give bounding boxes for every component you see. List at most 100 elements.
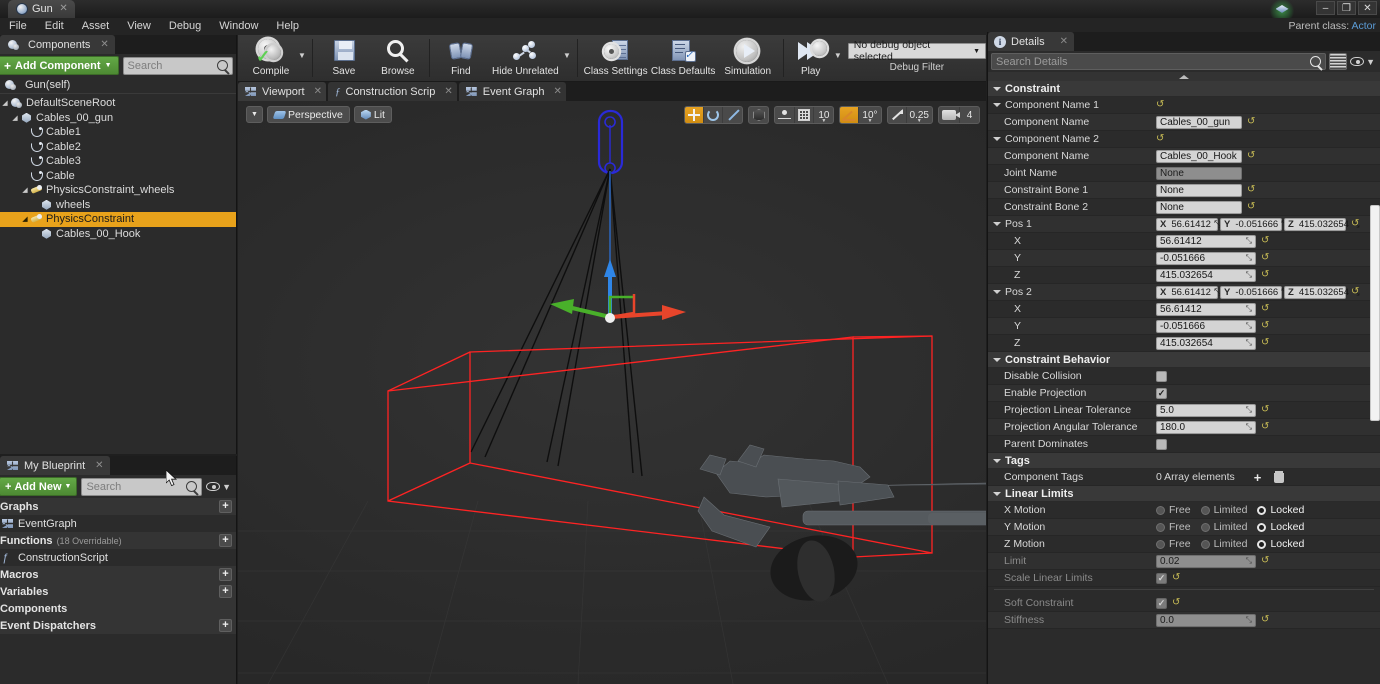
property-checkbox[interactable]: ✓ [1156, 597, 1167, 609]
radio-option-free[interactable]: Free [1156, 538, 1191, 550]
revert-to-default-icon[interactable]: ↺ [1247, 185, 1255, 195]
tab-event-graph[interactable]: Event Graph ✕ [458, 82, 566, 101]
close-icon[interactable]: ✕ [1060, 36, 1068, 47]
vector-x-field[interactable]: X 56.61412 ⤡ [1156, 285, 1222, 299]
debug-object-select[interactable]: No debug object selected ▼ [847, 39, 987, 63]
property-number-input[interactable]: 5.0 ⤡ [1156, 403, 1256, 417]
details-search-input[interactable]: Search Details [991, 53, 1327, 70]
expander-triangle-icon[interactable]: ◢ [0, 99, 10, 107]
scale-snap-value[interactable]: 0.25 ▼ [907, 107, 932, 124]
tab-construction-script[interactable]: ƒ Construction Scrip ✕ [328, 82, 457, 101]
details-scrollbar[interactable] [1370, 205, 1380, 421]
property-number-input[interactable]: -0.051666 ⤡ [1156, 319, 1256, 333]
details-property-row[interactable]: Projection Linear Tolerance 5.0 ⤡ ↺ [988, 402, 1380, 419]
radio-option-locked[interactable]: Locked [1257, 504, 1304, 516]
lighting-mode-button[interactable]: Lit [353, 106, 392, 123]
scale-snap-toggle[interactable] [888, 107, 907, 123]
menu-item-window[interactable]: Window [210, 18, 267, 35]
revert-to-default-icon[interactable]: ↺ [1172, 598, 1180, 608]
expander-triangle-icon[interactable]: ◢ [20, 186, 30, 194]
menu-item-asset[interactable]: Asset [73, 18, 119, 35]
my-blueprint-section-header[interactable]: Macros + [0, 566, 236, 583]
revert-to-default-icon[interactable]: ↺ [1247, 151, 1255, 161]
details-property-row[interactable]: Y -0.051666 ⤡ ↺ [988, 250, 1380, 267]
revert-to-default-icon[interactable]: ↺ [1261, 405, 1269, 415]
property-text-input[interactable]: None [1156, 166, 1242, 180]
details-visibility-button[interactable]: ▼ [1350, 57, 1377, 67]
close-icon[interactable]: ✕ [59, 3, 67, 14]
camera-mode-button[interactable]: Perspective [267, 106, 350, 123]
expander-triangle-icon[interactable] [993, 222, 1001, 226]
details-property-row[interactable]: Projection Angular Tolerance 180.0 ⤡ ↺ [988, 419, 1380, 436]
parent-class-value[interactable]: Actor [1351, 20, 1376, 32]
details-property-row[interactable]: Constraint Bone 1 None ↺ [988, 182, 1380, 199]
component-tree-item[interactable]: Cable [0, 169, 236, 184]
expander-triangle-icon[interactable] [993, 290, 1001, 294]
components-self-row[interactable]: Gun(self) [0, 77, 236, 94]
my-blueprint-list-item[interactable]: EventGraph [0, 515, 236, 532]
hide-unrelated-options-chevron-down-icon[interactable]: ▼ [563, 51, 571, 60]
drag-handle-icon[interactable]: ⤡ [1246, 422, 1252, 432]
close-icon[interactable]: ✕ [314, 86, 322, 97]
component-tree-item[interactable]: Cable3 [0, 154, 236, 169]
my-blueprint-section-header[interactable]: Functions (18 Overridable) + [0, 532, 236, 549]
revert-to-default-icon[interactable]: ↺ [1261, 304, 1269, 314]
menu-item-view[interactable]: View [118, 18, 160, 35]
radio-option-limited[interactable]: Limited [1200, 521, 1247, 533]
component-tree-item[interactable]: ◢ PhysicsConstraint [0, 212, 236, 227]
component-tree-item[interactable]: Cable2 [0, 140, 236, 155]
component-tree-item[interactable]: wheels [0, 198, 236, 213]
toolbar-class-defaults-button[interactable]: ✓ Class Defaults [649, 36, 716, 81]
details-property-row[interactable]: Enable Projection ✓ [988, 385, 1380, 402]
close-icon[interactable]: ✕ [554, 86, 562, 97]
delete-icon[interactable] [1274, 471, 1285, 483]
details-category-header[interactable]: Constraint Behavior [988, 352, 1380, 368]
details-property-row[interactable]: Y -0.051666 ⤡ ↺ [988, 318, 1380, 335]
revert-to-default-icon[interactable]: ↺ [1351, 287, 1359, 297]
details-property-row[interactable]: Pos 2X56.61412⤡Y-0.051666⤡Z415.032654⤡↺ [988, 284, 1380, 301]
radio-option-free[interactable]: Free [1156, 504, 1191, 516]
add-section-item-button[interactable]: + [219, 500, 232, 513]
property-number-input[interactable]: 0.02 ⤡ [1156, 554, 1256, 568]
close-icon[interactable]: ✕ [95, 460, 103, 471]
expander-triangle-icon[interactable] [993, 103, 1001, 107]
property-checkbox[interactable]: ✓ [1156, 572, 1167, 584]
details-category-header[interactable]: Tags [988, 453, 1380, 469]
revert-to-default-icon[interactable]: ↺ [1261, 556, 1269, 566]
add-array-element-icon[interactable]: + [1254, 471, 1262, 484]
surface-snap-button[interactable] [775, 107, 796, 123]
toolbar-browse-button[interactable]: Browse [371, 36, 425, 81]
component-tree-item[interactable]: ◢ DefaultSceneRoot [0, 96, 236, 111]
drag-handle-icon[interactable]: ⤡ [1246, 253, 1252, 263]
close-button[interactable]: ✕ [1358, 1, 1377, 15]
details-category-header[interactable]: Constraint [988, 81, 1380, 97]
grid-snap-value[interactable]: 10 ▼ [814, 107, 833, 124]
component-tree-item[interactable]: ◢ Cables_00_gun [0, 111, 236, 126]
tab-components[interactable]: Components ✕ [0, 35, 115, 54]
angle-snap-toggle[interactable] [840, 107, 860, 123]
radio-option-limited[interactable]: Limited [1200, 504, 1247, 516]
toolbar-compile-button[interactable]: ✓ Compile [244, 36, 298, 81]
menu-item-debug[interactable]: Debug [160, 18, 210, 35]
details-collapse-bar[interactable] [988, 72, 1380, 81]
expander-triangle-icon[interactable] [993, 137, 1001, 141]
property-number-input[interactable]: -0.051666 ⤡ [1156, 251, 1256, 265]
details-property-row[interactable]: Pos 1X56.61412⤡Y-0.051666⤡Z415.032654⤡↺ [988, 216, 1380, 233]
document-tab-gun[interactable]: Gun ✕ [8, 0, 75, 18]
revert-to-default-icon[interactable]: ↺ [1261, 338, 1269, 348]
radio-option-limited[interactable]: Limited [1200, 538, 1247, 550]
camera-speed-value[interactable]: 4 [960, 107, 979, 123]
my-blueprint-section-header[interactable]: Graphs + [0, 498, 236, 515]
menu-item-file[interactable]: File [0, 18, 36, 35]
details-property-row[interactable]: Component Name Cables_00_gun ↺ [988, 114, 1380, 131]
property-number-input[interactable]: 56.61412 ⤡ [1156, 234, 1256, 248]
compile-options-chevron-down-icon[interactable]: ▼ [298, 51, 306, 60]
revert-to-default-icon[interactable]: ↺ [1261, 615, 1269, 625]
grid-snap-toggle[interactable] [795, 107, 815, 123]
property-vector-input[interactable]: X56.61412⤡Y-0.051666⤡Z415.032654⤡ [1156, 285, 1360, 299]
property-text-input[interactable]: Cables_00_Hook [1156, 149, 1242, 163]
play-options-chevron-down-icon[interactable]: ▼ [834, 51, 842, 60]
my-blueprint-list-item[interactable]: ƒ ConstructionScript [0, 549, 236, 566]
component-tree-item[interactable]: Cables_00_Hook [0, 227, 236, 242]
revert-to-default-icon[interactable]: ↺ [1247, 202, 1255, 212]
